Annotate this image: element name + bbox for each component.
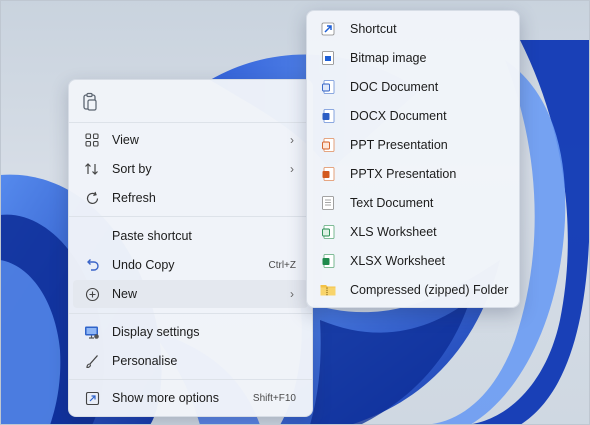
chevron-right-icon: ›: [290, 133, 294, 147]
submenu-item-pptx-presentation[interactable]: PPTX Presentation: [311, 160, 515, 187]
shortcut-icon: [319, 20, 337, 38]
text-document-icon: [319, 194, 337, 212]
menu-item-label: Refresh: [112, 191, 156, 205]
view-grid-icon: [81, 131, 103, 149]
sort-icon: [81, 160, 103, 178]
submenu-item-compressed-folder[interactable]: Compressed (zipped) Folder: [311, 276, 515, 303]
context-menu-top-actions: [79, 91, 101, 115]
menu-item-personalise[interactable]: Personalise: [73, 347, 308, 375]
bitmap-icon: [319, 49, 337, 67]
submenu-item-label: Bitmap image: [350, 50, 427, 65]
menu-item-view[interactable]: View ›: [73, 126, 308, 154]
submenu-item-label: Compressed (zipped) Folder: [350, 282, 509, 297]
submenu-item-bitmap-image[interactable]: Bitmap image: [311, 44, 515, 71]
submenu-item-label: PPT Presentation: [350, 137, 448, 152]
paste-icon[interactable]: [79, 91, 101, 113]
ppt-icon: [319, 136, 337, 154]
desktop[interactable]: View › Sort by › Refresh Paste shortcut …: [0, 0, 590, 425]
menu-item-new[interactable]: New ›: [73, 280, 308, 308]
show-more-options-icon: [81, 389, 103, 407]
submenu-item-label: DOCX Document: [350, 108, 447, 123]
menu-separator: [69, 313, 312, 314]
menu-item-label: Undo Copy: [112, 258, 175, 272]
menu-item-label: Sort by: [112, 162, 152, 176]
menu-item-paste-shortcut[interactable]: Paste shortcut: [73, 222, 308, 250]
shortcut-key-label: Ctrl+Z: [268, 259, 297, 271]
undo-icon: [81, 256, 103, 274]
doc-icon: [319, 78, 337, 96]
submenu-item-xls-worksheet[interactable]: XLS Worksheet: [311, 218, 515, 245]
submenu-item-label: Text Document: [350, 195, 434, 210]
menu-separator: [69, 216, 312, 217]
submenu-item-ppt-presentation[interactable]: PPT Presentation: [311, 131, 515, 158]
menu-separator: [69, 379, 312, 380]
submenu-item-docx-document[interactable]: DOCX Document: [311, 102, 515, 129]
menu-item-label: Display settings: [112, 325, 200, 339]
menu-item-label: View: [112, 133, 139, 147]
docx-icon: [319, 107, 337, 125]
menu-item-label: Paste shortcut: [112, 229, 192, 243]
menu-item-label: Show more options: [112, 391, 220, 405]
submenu-item-label: Shortcut: [350, 21, 397, 36]
menu-item-label: Personalise: [112, 354, 178, 368]
chevron-right-icon: ›: [290, 287, 294, 301]
personalise-brush-icon: [81, 352, 103, 370]
submenu-item-text-document[interactable]: Text Document: [311, 189, 515, 216]
desktop-context-menu: View › Sort by › Refresh Paste shortcut …: [68, 79, 313, 417]
menu-item-sort-by[interactable]: Sort by ›: [73, 155, 308, 183]
submenu-item-shortcut[interactable]: Shortcut: [311, 15, 515, 42]
new-plus-icon: [81, 285, 103, 303]
pptx-icon: [319, 165, 337, 183]
submenu-item-doc-document[interactable]: DOC Document: [311, 73, 515, 100]
menu-item-undo-copy[interactable]: Undo Copy Ctrl+Z: [73, 251, 308, 279]
menu-item-display-settings[interactable]: Display settings: [73, 318, 308, 346]
new-submenu: Shortcut Bitmap image DOC Document DOCX …: [306, 10, 520, 308]
submenu-item-label: PPTX Presentation: [350, 166, 457, 181]
xlsx-icon: [319, 252, 337, 270]
refresh-icon: [81, 189, 103, 207]
submenu-item-label: XLS Worksheet: [350, 224, 437, 239]
menu-item-show-more-options[interactable]: Show more options Shift+F10: [73, 384, 308, 412]
submenu-item-label: DOC Document: [350, 79, 439, 94]
submenu-item-label: XLSX Worksheet: [350, 253, 445, 268]
display-settings-icon: [81, 323, 103, 341]
shortcut-key-label: Shift+F10: [252, 392, 296, 404]
menu-item-label: New: [112, 287, 138, 301]
xls-icon: [319, 223, 337, 241]
menu-separator: [69, 122, 312, 123]
zip-folder-icon: [319, 281, 337, 299]
submenu-item-xlsx-worksheet[interactable]: XLSX Worksheet: [311, 247, 515, 274]
chevron-right-icon: ›: [290, 162, 294, 176]
menu-item-refresh[interactable]: Refresh: [73, 184, 308, 212]
